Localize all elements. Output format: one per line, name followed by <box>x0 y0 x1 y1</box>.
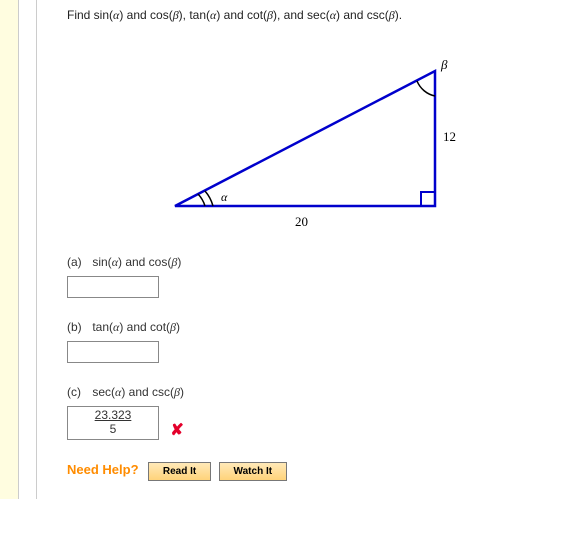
left-margin <box>0 0 36 499</box>
need-help-label: Need Help? <box>67 462 139 477</box>
watch-it-button[interactable]: Watch It <box>219 462 288 481</box>
triangle-diagram: α β 12 20 <box>67 41 562 241</box>
question-text: Find sin(α) and cos(β), tan(α) and cot(β… <box>67 8 562 23</box>
part-b-input[interactable] <box>67 341 159 363</box>
alpha-label: α <box>221 190 228 204</box>
question-container: Find sin(α) and cos(β), tan(α) and cot(β… <box>0 0 574 499</box>
need-help-row: Need Help? Read It Watch It <box>67 462 562 481</box>
part-c-label: (c) sec(α) and csc(β) <box>67 385 562 400</box>
white-strip <box>18 0 36 499</box>
wrong-icon: ✘ <box>170 420 183 440</box>
part-a-input[interactable] <box>67 276 159 298</box>
yellow-strip <box>0 0 18 499</box>
read-it-button[interactable]: Read It <box>148 462 211 481</box>
side-bottom-label: 20 <box>295 214 308 229</box>
part-c-input[interactable]: 23.323 5 <box>67 406 159 440</box>
side-right-label: 12 <box>443 129 456 144</box>
frac-numerator: 23.323 <box>78 409 148 423</box>
content-area: Find sin(α) and cos(β), tan(α) and cot(β… <box>36 0 574 499</box>
part-b-label: (b) tan(α) and cot(β) <box>67 320 562 335</box>
part-c: (c) sec(α) and csc(β) 23.323 5 ✘ <box>67 385 562 440</box>
beta-label: β <box>440 57 448 72</box>
triangle-svg: α β 12 20 <box>135 41 495 241</box>
part-b: (b) tan(α) and cot(β) <box>67 320 562 363</box>
frac-denominator: 5 <box>78 423 148 436</box>
part-a-label: (a) sin(α) and cos(β) <box>67 255 562 270</box>
part-a: (a) sin(α) and cos(β) <box>67 255 562 298</box>
